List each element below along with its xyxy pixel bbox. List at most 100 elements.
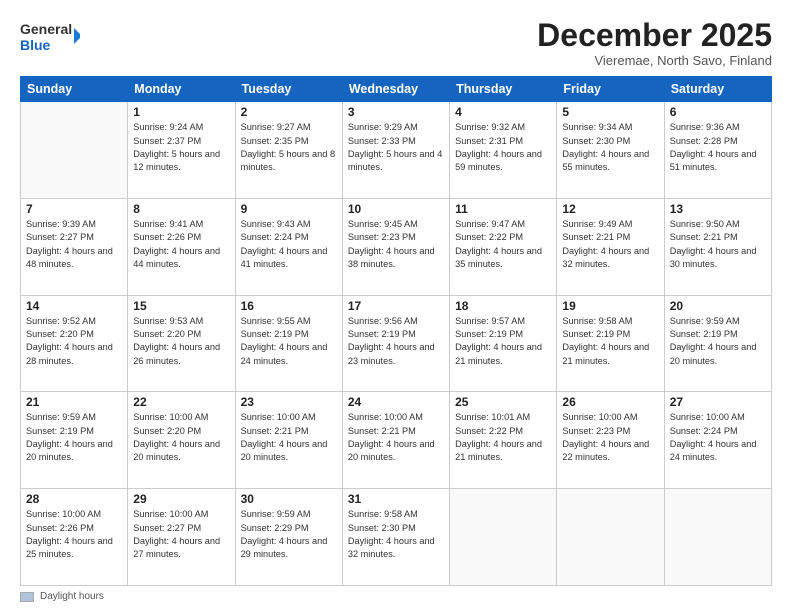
calendar-cell: 4Sunrise: 9:32 AM Sunset: 2:31 PM Daylig… [450,102,557,199]
calendar-cell: 29 Sunrise: 10:00 AM Sunset: 2:27 PM Dayl… [128,489,235,586]
day-number: 1 [133,105,229,119]
header-friday: Friday [557,77,664,102]
day-info: Sunrise: 9:55 AM Sunset: 2:19 PM Dayligh… [241,315,337,368]
day-number: 12 [562,202,658,216]
day-number: 10 [348,202,444,216]
day-number: 22 [133,395,229,409]
calendar-cell: 25Sunrise: 10:01 AM Sunset: 2:22 PM Dayl… [450,392,557,489]
day-info: Sunrise: 9:50 AM Sunset: 2:21 PM Dayligh… [670,218,766,271]
calendar-cell: 20 Sunrise: 9:59 AM Sunset: 2:19 PM Dayli… [664,295,771,392]
header-thursday: Thursday [450,77,557,102]
calendar-cell: 18Sunrise: 9:57 AM Sunset: 2:19 PM Dayli… [450,295,557,392]
day-number: 11 [455,202,551,216]
calendar-cell: 21Sunrise: 9:59 AM Sunset: 2:19 PM Dayli… [21,392,128,489]
week-row-5: 28 Sunrise: 10:00 AM Sunset: 2:26 PM Dayl… [21,489,772,586]
day-info: Sunrise: 9:59 AM Sunset: 2:19 PM Dayligh… [26,411,122,464]
day-info: Sunrise: 10:00 AM Sunset: 2:24 PM Daylig… [670,411,766,464]
day-info: Sunrise: 9:59 AM Sunset: 2:29 PM Dayligh… [241,508,337,561]
calendar-cell [21,102,128,199]
day-number: 17 [348,299,444,313]
calendar-cell: 8 Sunrise: 9:41 AM Sunset: 2:26 PM Daylig… [128,198,235,295]
calendar-cell: 11 Sunrise: 9:47 AM Sunset: 2:22 PM Dayli… [450,198,557,295]
day-number: 6 [670,105,766,119]
title-block: December 2025 Vieremae, North Savo, Finl… [537,18,772,68]
header-saturday: Saturday [664,77,771,102]
day-info: Sunrise: 9:27 AM Sunset: 2:35 PM Dayligh… [241,121,337,174]
day-number: 15 [133,299,229,313]
header-sunday: Sunday [21,77,128,102]
day-info: Sunrise: 9:58 AM Sunset: 2:30 PM Dayligh… [348,508,444,561]
day-info: Sunrise: 9:47 AM Sunset: 2:22 PM Dayligh… [455,218,551,271]
header-wednesday: Wednesday [342,77,449,102]
day-info: Sunrise: 10:00 AM Sunset: 2:23 PM Daylig… [562,411,658,464]
day-number: 18 [455,299,551,313]
calendar-cell: 23 Sunrise: 10:00 AM Sunset: 2:21 PM Dayl… [235,392,342,489]
calendar-cell: 31 Sunrise: 9:58 AM Sunset: 2:30 PM Dayli… [342,489,449,586]
calendar-cell [450,489,557,586]
header-monday: Monday [128,77,235,102]
day-info: Sunrise: 9:56 AM Sunset: 2:19 PM Dayligh… [348,315,444,368]
calendar-cell: 6 Sunrise: 9:36 AM Sunset: 2:28 PM Daylig… [664,102,771,199]
day-number: 31 [348,492,444,506]
calendar-header-row: SundayMondayTuesdayWednesdayThursdayFrid… [21,77,772,102]
legend-box [20,592,34,602]
calendar-cell: 27 Sunrise: 10:00 AM Sunset: 2:24 PM Dayl… [664,392,771,489]
logo: General Blue [20,18,80,58]
week-row-4: 21Sunrise: 9:59 AM Sunset: 2:19 PM Dayli… [21,392,772,489]
calendar-cell: 16Sunrise: 9:55 AM Sunset: 2:19 PM Dayli… [235,295,342,392]
day-info: Sunrise: 9:45 AM Sunset: 2:23 PM Dayligh… [348,218,444,271]
day-number: 5 [562,105,658,119]
day-number: 3 [348,105,444,119]
day-info: Sunrise: 9:58 AM Sunset: 2:19 PM Dayligh… [562,315,658,368]
calendar-cell [557,489,664,586]
calendar-cell: 13 Sunrise: 9:50 AM Sunset: 2:21 PM Dayli… [664,198,771,295]
day-info: Sunrise: 10:00 AM Sunset: 2:26 PM Daylig… [26,508,122,561]
day-number: 23 [241,395,337,409]
day-info: Sunrise: 9:43 AM Sunset: 2:24 PM Dayligh… [241,218,337,271]
day-info: Sunrise: 10:00 AM Sunset: 2:21 PM Daylig… [241,411,337,464]
calendar-cell: 9 Sunrise: 9:43 AM Sunset: 2:24 PM Daylig… [235,198,342,295]
day-number: 9 [241,202,337,216]
day-number: 13 [670,202,766,216]
day-info: Sunrise: 9:39 AM Sunset: 2:27 PM Dayligh… [26,218,122,271]
day-info: Sunrise: 9:59 AM Sunset: 2:19 PM Dayligh… [670,315,766,368]
day-number: 24 [348,395,444,409]
day-number: 29 [133,492,229,506]
day-info: Sunrise: 10:00 AM Sunset: 2:27 PM Daylig… [133,508,229,561]
day-number: 19 [562,299,658,313]
calendar-cell: 30Sunrise: 9:59 AM Sunset: 2:29 PM Dayli… [235,489,342,586]
day-info: Sunrise: 9:36 AM Sunset: 2:28 PM Dayligh… [670,121,766,174]
calendar-cell: 28 Sunrise: 10:00 AM Sunset: 2:26 PM Dayl… [21,489,128,586]
week-row-2: 7 Sunrise: 9:39 AM Sunset: 2:27 PM Daylig… [21,198,772,295]
month-title: December 2025 [537,18,772,53]
day-info: Sunrise: 9:34 AM Sunset: 2:30 PM Dayligh… [562,121,658,174]
subtitle: Vieremae, North Savo, Finland [537,53,772,68]
calendar-cell: 26Sunrise: 10:00 AM Sunset: 2:23 PM Dayl… [557,392,664,489]
legend-label: Daylight hours [40,591,104,602]
day-info: Sunrise: 9:49 AM Sunset: 2:21 PM Dayligh… [562,218,658,271]
calendar-cell: 14Sunrise: 9:52 AM Sunset: 2:20 PM Dayli… [21,295,128,392]
calendar-table: SundayMondayTuesdayWednesdayThursdayFrid… [20,76,772,586]
header: General Blue December 2025 Vieremae, Nor… [20,18,772,68]
day-number: 20 [670,299,766,313]
calendar-cell: 2 Sunrise: 9:27 AM Sunset: 2:35 PM Daylig… [235,102,342,199]
svg-text:General: General [20,21,72,37]
calendar-cell: 22Sunrise: 10:00 AM Sunset: 2:20 PM Dayl… [128,392,235,489]
day-info: Sunrise: 9:24 AM Sunset: 2:37 PM Dayligh… [133,121,229,174]
day-info: Sunrise: 9:41 AM Sunset: 2:26 PM Dayligh… [133,218,229,271]
day-number: 14 [26,299,122,313]
day-number: 7 [26,202,122,216]
day-number: 28 [26,492,122,506]
day-number: 27 [670,395,766,409]
day-info: Sunrise: 9:29 AM Sunset: 2:33 PM Dayligh… [348,121,444,174]
day-number: 8 [133,202,229,216]
calendar-cell [664,489,771,586]
calendar-cell: 3 Sunrise: 9:29 AM Sunset: 2:33 PM Daylig… [342,102,449,199]
page: General Blue December 2025 Vieremae, Nor… [0,0,792,612]
day-info: Sunrise: 10:00 AM Sunset: 2:21 PM Daylig… [348,411,444,464]
calendar-cell: 17 Sunrise: 9:56 AM Sunset: 2:19 PM Dayli… [342,295,449,392]
week-row-1: 1 Sunrise: 9:24 AM Sunset: 2:37 PM Daylig… [21,102,772,199]
calendar-cell: 24 Sunrise: 10:00 AM Sunset: 2:21 PM Dayl… [342,392,449,489]
day-number: 2 [241,105,337,119]
day-info: Sunrise: 9:53 AM Sunset: 2:20 PM Dayligh… [133,315,229,368]
